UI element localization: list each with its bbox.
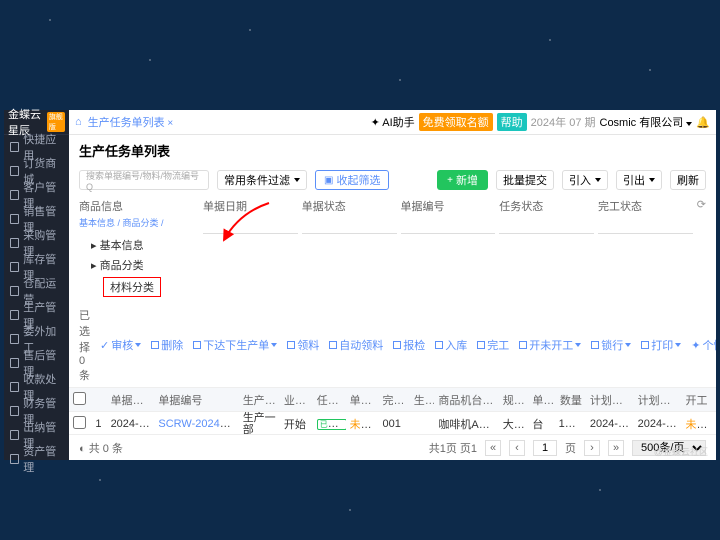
table-row[interactable]: 1 2024-04-25 SCRW-20240421-00001 生产一部 开始… (69, 412, 716, 434)
filter-more[interactable]: ⟳ (697, 198, 706, 299)
cash-icon (10, 430, 19, 440)
sale-icon (10, 214, 19, 224)
setting-button[interactable]: ✦ 个性化设置 (691, 337, 716, 353)
app-icon (10, 142, 19, 152)
help-button[interactable]: 帮助 (497, 113, 527, 131)
prod-icon (10, 310, 19, 320)
push-button[interactable]: 下达下生产单 (193, 337, 277, 353)
free-badge[interactable]: 免费领取名额 (419, 113, 493, 131)
after-icon (10, 358, 19, 368)
period-label: 2024年 07 期 (531, 114, 596, 130)
trash-icon (151, 341, 159, 349)
batch-button[interactable]: 批量提交 (496, 170, 554, 190)
order-link[interactable]: SCRW-20240421-00001 (158, 418, 238, 430)
report-button[interactable]: 报检 (393, 337, 425, 353)
row-checkbox[interactable] (73, 416, 86, 429)
export-button[interactable]: 引出 (616, 170, 662, 190)
pick-button[interactable]: 领料 (287, 337, 319, 353)
select-all[interactable] (73, 392, 86, 405)
new-button[interactable]: + 新增 (437, 170, 488, 190)
row-action[interactable]: 未开工 (685, 419, 716, 431)
done-button[interactable]: 完工 (477, 337, 509, 353)
category-tree: ▸ 基本信息 ▸ 商品分类 材料分类 (79, 235, 199, 299)
home-icon[interactable]: ⌂ (75, 116, 82, 128)
footer: ◐ 共 0 条 共1页 页1 « ‹ 页 › » 500条/页 (69, 434, 716, 460)
auto-pick-button[interactable]: 自动领料 (329, 337, 383, 353)
in-icon (435, 341, 443, 349)
auto-icon (329, 341, 337, 349)
sidebar: 金蝶云星辰旗舰版 快捷应用 订货商城 客户管理 销售管理 采购管理 库存管理 仓… (4, 110, 69, 460)
filter-select[interactable]: 常用条件过滤 (217, 170, 307, 190)
sidebar-item-13[interactable]: 资产管理 (4, 447, 69, 471)
watermark: @金蝶云社区 (654, 445, 708, 458)
filter-status[interactable] (302, 216, 397, 234)
delete-button[interactable]: 删除 (151, 337, 183, 353)
toolbar: 搜索单据编号/物料/物流编号 Q 常用条件过滤 ▣ 收起筛选 + 新增 批量提交… (69, 166, 716, 194)
filter-row: 商品信息 基本信息 / 商品分类 / ▸ 基本信息 ▸ 商品分类 材料分类 单据… (69, 194, 716, 303)
print-button[interactable]: 打印 (641, 337, 681, 353)
money-icon (10, 382, 19, 392)
push-icon (193, 341, 201, 349)
start-button[interactable]: 开未开工 (519, 337, 581, 353)
tree-item-highlight[interactable]: 材料分类 (79, 275, 199, 299)
page-next[interactable]: › (584, 440, 600, 456)
lock-icon (591, 341, 599, 349)
filter-no[interactable] (401, 216, 496, 234)
topbar: ⌂ 生产任务单列表 × ✦ AI助手 免费领取名额 帮助 2024年 07 期 … (69, 110, 716, 135)
filter-done[interactable] (598, 216, 693, 234)
page-title: 生产任务单列表 (69, 135, 716, 166)
user-icon (10, 190, 19, 200)
import-button[interactable]: 引入 (562, 170, 608, 190)
bell-icon[interactable]: 🔔 (696, 116, 710, 129)
search-input[interactable]: 搜索单据编号/物料/物流编号 Q (79, 170, 209, 190)
audit-button[interactable]: ✓ 审核 (100, 337, 141, 353)
report-icon (393, 341, 401, 349)
data-table: 单据日期 单据编号 生产部门 业务状态 任务状态 单据状态 完工状态 生产线 商… (69, 388, 716, 434)
fin-icon (10, 406, 19, 416)
total-label: ◐ 共 0 条 (79, 440, 123, 456)
table-header: 单据日期 单据编号 生产部门 业务状态 任务状态 单据状态 完工状态 生产线 商… (69, 388, 716, 412)
company-selector[interactable]: Cosmic 有限公司 (600, 114, 693, 130)
stock-icon (10, 262, 19, 272)
main: ⌂ 生产任务单列表 × ✦ AI助手 免费领取名额 帮助 2024年 07 期 … (69, 110, 716, 460)
page-last[interactable]: » (608, 440, 624, 456)
toggle-filter-button[interactable]: ▣ 收起筛选 (315, 170, 389, 190)
start-icon (519, 341, 527, 349)
cart-icon (10, 166, 19, 176)
asset-icon (10, 454, 19, 464)
filter-date[interactable] (203, 216, 298, 234)
lock-button[interactable]: 锁行 (591, 337, 631, 353)
done-icon (477, 341, 485, 349)
pick-icon (287, 341, 295, 349)
action-bar: 已选择0条 ✓ 审核 删除 下达下生产单 领料 自动领料 报检 入库 完工 开未… (69, 303, 716, 388)
refresh-button[interactable]: 刷新 (670, 170, 706, 190)
ship-icon (10, 286, 19, 296)
print-icon (641, 341, 649, 349)
tree-item-1[interactable]: ▸ 商品分类 (79, 255, 199, 275)
tree-item-0[interactable]: ▸ 基本信息 (79, 235, 199, 255)
page-prev[interactable]: ‹ (509, 440, 525, 456)
buy-icon (10, 238, 19, 248)
page-first[interactable]: « (485, 440, 501, 456)
page-input[interactable] (533, 440, 557, 456)
filter-task[interactable] (499, 216, 594, 234)
inbound-button[interactable]: 入库 (435, 337, 467, 353)
tab-current[interactable]: 生产任务单列表 × (88, 114, 174, 130)
selection-count: 已选择0条 (79, 307, 90, 383)
out-icon (10, 334, 19, 344)
ai-assist[interactable]: ✦ AI助手 (371, 114, 415, 130)
